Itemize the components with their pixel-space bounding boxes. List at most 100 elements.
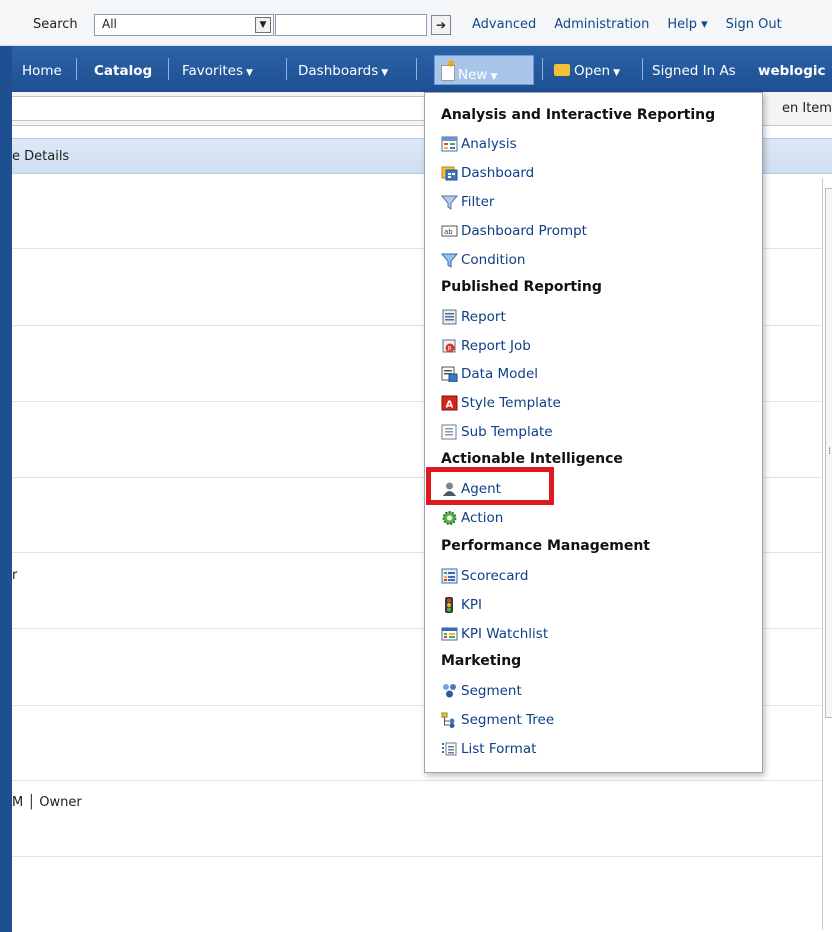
arrow-right-icon[interactable]: ➔	[431, 15, 451, 35]
row-divider	[12, 780, 824, 781]
menu-item-data-model[interactable]: Data Model	[441, 363, 538, 385]
segment-tree-icon	[441, 712, 458, 728]
filter-icon	[440, 194, 459, 210]
menu-item-label: Scorecard	[461, 568, 529, 584]
chevron-down-icon: ▼	[490, 72, 498, 82]
search-scope-value: All	[102, 17, 117, 31]
menu-item-label: KPI Watchlist	[461, 626, 549, 642]
chevron-down-icon: ▼	[381, 68, 389, 78]
menu-item-segment[interactable]: Segment	[441, 680, 522, 702]
search-input[interactable]	[275, 14, 427, 36]
menu-item-filter[interactable]: Filter	[440, 191, 495, 213]
menu-section-heading: Published Reporting	[441, 279, 602, 295]
menu-item-label: Analysis	[461, 136, 517, 152]
svg-text:R: R	[448, 346, 452, 353]
menu-item-style-template[interactable]: A Style Template	[441, 392, 561, 414]
nav-divider	[542, 58, 543, 80]
menu-item-label: Condition	[461, 252, 526, 268]
menu-item-condition[interactable]: Condition	[440, 249, 526, 271]
chevron-down-icon: ▼	[613, 68, 620, 78]
menu-item-kpi-watchlist[interactable]: KPI Watchlist	[441, 623, 548, 645]
menu-item-report-job[interactable]: R Report Job	[441, 335, 531, 357]
nav-divider	[416, 58, 417, 80]
nav-favorites[interactable]: Favorites ▼	[182, 63, 253, 79]
menu-item-scorecard[interactable]: Scorecard	[441, 565, 528, 587]
svg-text:A: A	[446, 400, 454, 411]
chevron-down-icon: ▼	[245, 68, 253, 78]
chevron-down-icon[interactable]: ▼	[255, 17, 271, 33]
global-search-bar: Search All ▼ ➔ Advanced Administration H…	[0, 0, 832, 46]
svg-text:ab: ab	[444, 228, 453, 236]
administration-link[interactable]: Administration	[554, 17, 649, 32]
open-items-label[interactable]: en Items	[782, 101, 832, 116]
menu-item-label: Report	[461, 309, 506, 325]
nav-catalog[interactable]: Catalog	[94, 63, 152, 79]
search-label: Search	[33, 17, 78, 32]
nav-home[interactable]: Home	[22, 63, 62, 79]
report-job-icon: R	[441, 338, 458, 354]
menu-section-heading: Performance Management	[441, 538, 650, 554]
menu-item-label: Dashboard	[461, 165, 535, 181]
menu-section-heading: Actionable Intelligence	[441, 451, 623, 467]
new-menu-button[interactable]: New▼	[434, 55, 534, 85]
menu-item-list-format[interactable]: List Format	[441, 738, 536, 760]
nav-dashboards-label: Dashboards	[298, 63, 379, 79]
help-menu[interactable]: Help ▾	[667, 17, 707, 32]
menu-item-label: KPI	[461, 597, 482, 613]
nav-favorites-label: Favorites	[182, 63, 243, 79]
list-item-fragment: r	[12, 568, 18, 583]
prompt-icon: ab	[441, 223, 458, 239]
menu-item-label: List Format	[461, 741, 537, 757]
menu-item-analysis[interactable]: Analysis	[441, 133, 517, 155]
search-scope-select[interactable]: All ▼	[94, 14, 274, 36]
segment-icon	[441, 683, 458, 699]
new-dropdown-menu: Analysis and Interactive Reporting Analy…	[424, 92, 763, 773]
new-document-icon	[441, 59, 455, 81]
menu-item-label: Data Model	[461, 366, 539, 382]
advanced-link[interactable]: Advanced	[472, 17, 536, 32]
catalog-path-field[interactable]	[12, 96, 426, 121]
nav-divider	[168, 58, 169, 80]
menu-item-report[interactable]: Report	[441, 306, 506, 328]
sign-out-link[interactable]: Sign Out	[726, 17, 782, 32]
menu-item-dashboard[interactable]: Dashboard	[441, 162, 534, 184]
sub-template-icon	[441, 424, 458, 440]
menu-item-label: Segment	[461, 683, 522, 699]
menu-item-label: Style Template	[461, 395, 561, 411]
nav-dashboards[interactable]: Dashboards ▼	[298, 63, 388, 79]
menu-item-label: Filter	[461, 194, 495, 210]
menu-section-heading: Marketing	[441, 653, 522, 669]
list-format-icon	[441, 741, 458, 757]
menu-item-segment-tree[interactable]: Segment Tree	[441, 709, 554, 731]
nav-divider	[642, 58, 643, 80]
menu-item-dashboard-prompt[interactable]: ab Dashboard Prompt	[441, 220, 587, 242]
new-menu-label: New	[458, 67, 488, 83]
open-menu-label: Open	[574, 63, 611, 79]
signed-in-user[interactable]: weblogic	[758, 63, 826, 79]
vertical-scrollbar[interactable]: ⁝	[822, 178, 832, 930]
menu-item-label: Dashboard Prompt	[461, 223, 587, 239]
menu-item-sub-template[interactable]: Sub Template	[441, 421, 553, 443]
menu-section-heading: Analysis and Interactive Reporting	[441, 107, 716, 123]
row-divider	[12, 856, 824, 857]
menu-item-action[interactable]: Action	[441, 507, 503, 529]
menu-item-label: Report Job	[461, 338, 531, 354]
condition-icon	[440, 252, 459, 268]
folder-open-icon	[554, 64, 570, 76]
window-left-edge	[0, 0, 12, 932]
menu-item-kpi[interactable]: KPI	[441, 594, 482, 616]
top-links: Advanced Administration Help ▾ Sign Out	[472, 17, 782, 32]
style-template-icon: A	[441, 395, 458, 411]
data-model-icon	[441, 366, 458, 383]
report-icon	[441, 309, 458, 325]
action-gear-icon	[441, 510, 458, 526]
action-highlight-box	[426, 467, 554, 505]
nav-divider	[76, 58, 77, 80]
list-item-fragment: M │ Owner	[12, 795, 82, 810]
scrollbar-grip: ⁝	[828, 446, 832, 457]
signed-in-as-label: Signed In As	[652, 63, 736, 79]
menu-item-label: Segment Tree	[461, 712, 555, 728]
kpi-watchlist-icon	[441, 626, 458, 642]
open-menu-button[interactable]: Open ▼	[554, 63, 620, 79]
analysis-icon	[441, 136, 458, 152]
